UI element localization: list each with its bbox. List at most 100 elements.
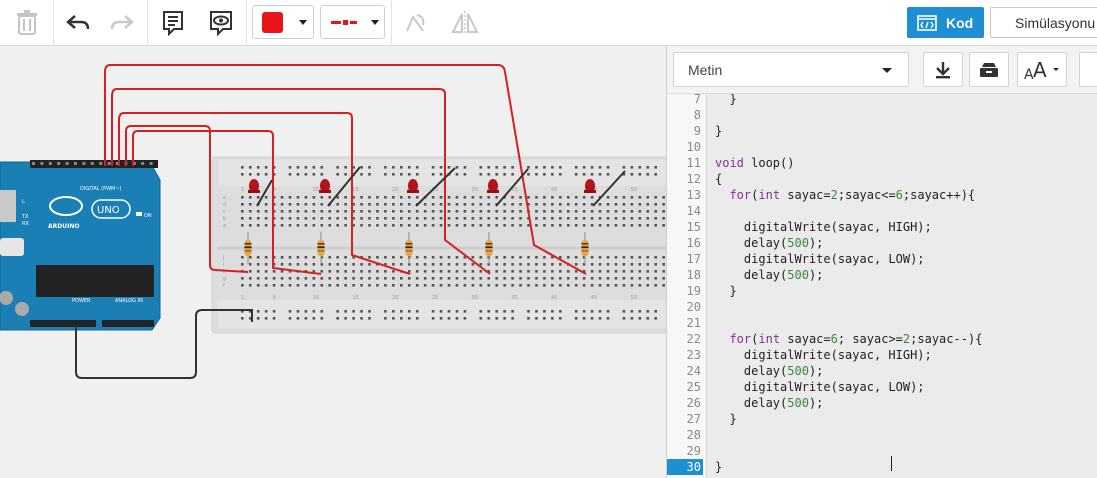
- line-number: 19: [686, 284, 701, 298]
- line-number: 13: [686, 188, 701, 202]
- breadboard-col-label: 30: [472, 295, 478, 301]
- arduino-rx-label: RX: [22, 221, 29, 227]
- separator: [147, 0, 148, 46]
- breadboard-row-label: a: [223, 223, 226, 229]
- mirror-button[interactable]: [446, 5, 484, 41]
- line-number-gutter: 7 8 9 10 11 12 13 14 15 16 17 18 19 20 21 22 23 24 25 26 27 2…: [667, 94, 707, 478]
- library-button[interactable]: [969, 52, 1009, 87]
- line-number: 22: [686, 332, 701, 346]
- code-mode-select[interactable]: Metin: [673, 52, 909, 87]
- rotate-button[interactable]: [398, 5, 432, 41]
- line-number: 25: [686, 380, 701, 394]
- breadboard-col-label: 40: [551, 187, 557, 193]
- code-line[interactable]: void loop(): [715, 155, 794, 171]
- code-icon: [917, 14, 937, 31]
- line-number: 9: [693, 124, 701, 138]
- font-size-button[interactable]: A A: [1017, 52, 1067, 87]
- font-size-icon: A A: [1024, 59, 1059, 81]
- breadboard-col-label: 35: [511, 295, 517, 301]
- breadboard-col-label: 40: [551, 295, 557, 301]
- line-number: 26: [686, 396, 701, 410]
- arduino-tx-label: TX: [21, 214, 29, 220]
- line-number: 14: [686, 204, 701, 218]
- code-line[interactable]: }: [715, 123, 722, 139]
- breadboard-row-label: b: [223, 216, 226, 222]
- more-button[interactable]: [1079, 52, 1097, 87]
- code-line[interactable]: }: [715, 283, 736, 299]
- code-line[interactable]: delay(500);: [715, 267, 824, 283]
- line-style-dropdown[interactable]: [320, 5, 385, 39]
- breadboard-col-label: 25: [432, 295, 438, 301]
- separator: [391, 0, 392, 46]
- simulate-button-label: Simülasyonu Başlat: [1015, 14, 1097, 31]
- breadboard-col-label: 10: [313, 187, 319, 193]
- simulate-button[interactable]: Simülasyonu Başlat: [990, 7, 1097, 38]
- code-line[interactable]: delay(500);: [715, 235, 824, 251]
- trash-icon: [17, 10, 37, 35]
- arduino-on-label: ON: [144, 213, 152, 219]
- circuit-svg: 1155101015152020252530303535404045455050…: [0, 64, 666, 379]
- code-panel: Metin A A 7 8 9 10 11 12 13 14 15 16 17 …: [666, 46, 1097, 478]
- code-button[interactable]: Kod: [907, 7, 984, 38]
- app-root: Kod Simülasyonu Başlat 1 15 5 10 10 15 15 20 20 2…: [0, 0, 1097, 478]
- breadboard-row-label: c: [223, 209, 226, 215]
- code-line[interactable]: digitalWrite(sayac, HIGH);: [715, 219, 932, 235]
- code-line[interactable]: digitalWrite(sayac, LOW);: [715, 251, 925, 267]
- color-dropdown[interactable]: [252, 5, 314, 39]
- arduino-model: UNO: [97, 205, 120, 216]
- code-line[interactable]: {: [715, 171, 722, 187]
- code-line[interactable]: for(int sayac=6; sayac>=2;sayac--){: [715, 331, 982, 347]
- breadboard-col-label: 20: [392, 187, 398, 193]
- notes-button[interactable]: [155, 5, 191, 41]
- code-line[interactable]: delay(500);: [715, 363, 824, 379]
- line-number: 11: [686, 156, 701, 170]
- code-button-label: Kod: [946, 14, 974, 31]
- eye-bubble-icon: [210, 11, 232, 36]
- view-notes-button[interactable]: [202, 5, 240, 41]
- line-number: 27: [686, 412, 701, 426]
- breadboard-row-label: j: [222, 255, 224, 261]
- breadboard-row-label: d: [223, 202, 226, 208]
- separator: [53, 0, 54, 46]
- breadboard-row-label: i: [223, 262, 224, 268]
- code-mode-value: Metin: [688, 61, 723, 78]
- line-number: 15: [686, 220, 701, 234]
- line-number: 29: [686, 444, 701, 458]
- line-number: 23: [686, 348, 701, 362]
- line-number: 10: [686, 140, 701, 154]
- library-icon: [980, 62, 998, 77]
- arduino-power-label: POWER: [72, 298, 91, 304]
- separator: [246, 0, 247, 46]
- download-button[interactable]: [923, 52, 963, 87]
- line-number: 16: [686, 236, 701, 250]
- code-editor[interactable]: 7 8 9 10 11 12 13 14 15 16 17 18 19 20 21 22 23 24 25 26 27 2…: [667, 94, 1097, 478]
- breadboard-row-label: e: [223, 195, 226, 201]
- breadboard-col-label: 1: [241, 187, 244, 193]
- chevron-down-icon: [299, 20, 307, 25]
- redo-button[interactable]: [104, 5, 140, 41]
- code-line[interactable]: for(int sayac=2;sayac<=6;sayac++){: [715, 187, 975, 203]
- arduino-digital-label: DIGITAL (PWM~): [80, 186, 122, 192]
- mirror-icon: [451, 11, 479, 35]
- breadboard-col-label: 10: [313, 295, 319, 301]
- line-number: 18: [686, 268, 701, 282]
- code-line[interactable]: }: [715, 94, 736, 107]
- chevron-down-icon: [371, 20, 379, 25]
- code-line[interactable]: delay(500);: [715, 395, 824, 411]
- delete-button[interactable]: [8, 5, 46, 41]
- chevron-down-icon: [882, 68, 892, 73]
- undo-button[interactable]: [60, 5, 96, 41]
- breadboard-col-label: 50: [631, 295, 637, 301]
- breadboard-col-label: 5: [273, 295, 276, 301]
- arduino-uno[interactable]: ARDUINO UNO DIGITAL (PWM~) POWER ANALOG …: [0, 160, 161, 331]
- code-line[interactable]: }: [715, 459, 722, 475]
- circuit-canvas[interactable]: 1155101015152020252530303535404045455050…: [0, 46, 666, 478]
- code-panel-header: Metin A A: [667, 46, 1097, 94]
- code-line[interactable]: digitalWrite(sayac, HIGH);: [715, 347, 932, 363]
- line-number: 30: [667, 459, 703, 475]
- code-line[interactable]: digitalWrite(sayac, LOW);: [715, 379, 925, 395]
- code-line[interactable]: }: [715, 411, 736, 427]
- color-swatch: [262, 12, 283, 33]
- breadboard-col-label: 15: [352, 187, 358, 193]
- breadboard-col-label: 15: [352, 295, 358, 301]
